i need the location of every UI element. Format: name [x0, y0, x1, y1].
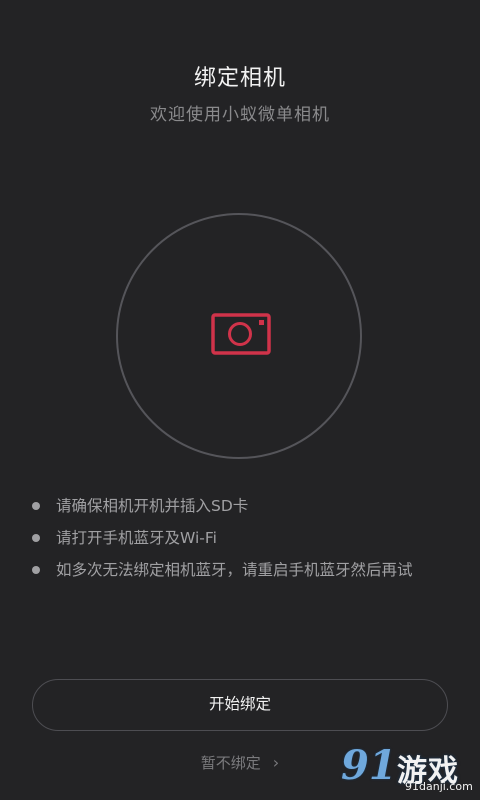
- page-subtitle: 欢迎使用小蚁微单相机: [150, 105, 330, 125]
- watermark-url: 91danji.com: [405, 780, 473, 793]
- tip-text: 如多次无法绑定相机蓝牙，请重启手机蓝牙然后再试: [56, 561, 413, 579]
- bullet-dot-icon: [32, 502, 40, 510]
- bullet-dot-icon: [32, 566, 40, 574]
- bullet-dot-icon: [32, 534, 40, 542]
- chevron-right-icon: ›: [272, 753, 280, 772]
- watermark-number: 91: [341, 742, 397, 789]
- tip-item: 请确保相机开机并插入SD卡: [32, 490, 462, 522]
- tip-text: 请打开手机蓝牙及Wi-Fi: [56, 529, 217, 547]
- tips-list: 请确保相机开机并插入SD卡 请打开手机蓝牙及Wi-Fi 如多次无法绑定相机蓝牙，…: [32, 490, 462, 586]
- camera-icon: [211, 313, 271, 355]
- start-bind-button[interactable]: 开始绑定: [32, 679, 448, 731]
- tip-item: 请打开手机蓝牙及Wi-Fi: [32, 522, 462, 554]
- camera-circle: [116, 213, 362, 459]
- tip-text: 请确保相机开机并插入SD卡: [56, 497, 249, 515]
- skip-bind-label: 暂不绑定: [200, 754, 261, 772]
- tip-item: 如多次无法绑定相机蓝牙，请重启手机蓝牙然后再试: [32, 554, 462, 586]
- page-title: 绑定相机: [193, 66, 286, 91]
- watermark-logo: 91 游戏 91danji.com: [339, 742, 474, 796]
